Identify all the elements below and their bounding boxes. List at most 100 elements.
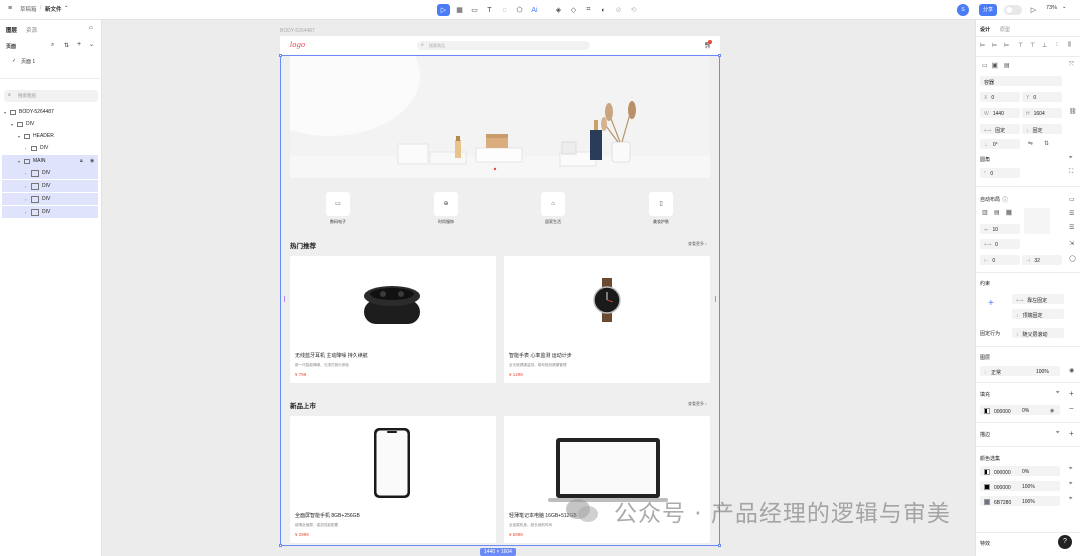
select-color-icon[interactable]: ⌖ xyxy=(1069,496,1072,503)
selection-color-row[interactable]: 000000 0% xyxy=(980,466,1060,476)
tab-prototype[interactable]: 原型 xyxy=(1000,26,1010,33)
help-button[interactable]: ? xyxy=(1058,535,1072,549)
padding-h-field[interactable]: ⟷ 0 xyxy=(980,239,1020,249)
alignment-grid[interactable] xyxy=(1024,208,1050,234)
layer-row[interactable]: › DIV xyxy=(2,193,98,205)
select-color-icon[interactable]: ⌖ xyxy=(1069,481,1072,488)
more-link-hot[interactable]: 查看更多 › xyxy=(688,241,706,247)
distribute-v-icon[interactable]: ⫼ xyxy=(1068,42,1071,49)
align-bottom-icon[interactable]: ⊥ xyxy=(1042,42,1047,49)
zoom-chevron-icon[interactable]: ⌄ xyxy=(1062,4,1067,10)
selection-color-row[interactable]: 000000 100% xyxy=(980,481,1060,491)
padding-mode-icon[interactable]: ⇲ xyxy=(1069,240,1074,247)
flip-h-icon[interactable]: ⇋ xyxy=(1028,140,1033,147)
category-item[interactable]: ⌂ 居家生活 xyxy=(528,192,578,225)
contrast-tool-icon[interactable]: ◐ xyxy=(597,4,610,16)
preview-toggle[interactable] xyxy=(1004,5,1022,15)
chevron-down-icon[interactable]: ⌄ xyxy=(64,3,69,9)
rectangle-tool-icon[interactable]: ▭ xyxy=(468,4,481,16)
color-swatch[interactable] xyxy=(984,483,990,490)
direction-wrap-icon[interactable]: ▦ xyxy=(1006,209,1012,216)
layer-row[interactable]: › DIV xyxy=(2,167,98,179)
eye-icon[interactable]: ◉ xyxy=(90,158,94,164)
site-header[interactable]: logo ⌕ 搜索商品 🛒︎ xyxy=(280,36,720,55)
pen-tool-icon[interactable]: ◈ xyxy=(552,4,565,16)
layer-search-input[interactable]: ⌕ 搜索图层 xyxy=(4,90,98,102)
layer-row[interactable]: › DIV xyxy=(2,142,98,154)
x-field[interactable]: X0 xyxy=(980,92,1020,102)
layer-row[interactable]: › DIV xyxy=(2,180,98,192)
color-swatch[interactable] xyxy=(984,468,990,475)
shape-tool-icon[interactable]: ◌ xyxy=(498,4,511,16)
layer-row[interactable]: › DIV xyxy=(2,206,98,218)
history-tool-icon[interactable]: ⟲ xyxy=(627,4,640,16)
selection-color-row[interactable]: 6B7280 100% xyxy=(980,496,1060,506)
category-item[interactable]: ▯ 美妆护肤 xyxy=(636,192,686,225)
constraint-h-select[interactable]: ⟷ 靠左固定 xyxy=(1012,294,1064,304)
align-right-icon[interactable]: ⊨ xyxy=(1004,42,1009,49)
fill-swatch[interactable] xyxy=(984,407,990,414)
artboard[interactable]: logo ⌕ 搜索商品 🛒︎ ▭ 数码电子 ⊕ 时尚服饰 ⌂ 居家生活 ▯ 美妆护肤 热门… xyxy=(280,36,720,546)
fit-icon[interactable]: ⤧ xyxy=(1069,62,1074,69)
flip-v-icon[interactable]: ⇅ xyxy=(1044,140,1049,147)
zoom-level[interactable]: 73% xyxy=(1046,5,1057,11)
align-top-icon[interactable]: ⊤ xyxy=(1018,42,1023,49)
eye-icon[interactable]: ◉ xyxy=(1069,367,1074,374)
fill-row[interactable]: 000000 0% ◉ xyxy=(980,405,1060,415)
align-icon[interactable]: ☰ xyxy=(1069,210,1074,217)
tab-assets[interactable]: 资源 xyxy=(26,26,37,34)
padding-right-field[interactable]: ⊣ 32 xyxy=(1022,255,1062,265)
frame-mode-icon[interactable]: ▭ xyxy=(982,62,988,69)
radius-expand-icon[interactable]: ⌖ xyxy=(1069,155,1072,162)
fixed-behavior-select[interactable]: ↕ 随父层滚动 xyxy=(1012,328,1064,338)
corner-icon[interactable]: ⛶ xyxy=(1069,169,1073,176)
height-field[interactable]: H 1604 xyxy=(1022,108,1062,118)
radius-field[interactable]: ⌜ 0 xyxy=(980,168,1020,178)
component-tool-icon[interactable]: ⬠ xyxy=(513,4,526,16)
eye-icon[interactable]: ◉ xyxy=(1050,408,1054,414)
collapse-icon[interactable]: ⌄ xyxy=(89,41,94,48)
layer-row[interactable]: ▾ BODY-5264487 xyxy=(2,106,98,118)
product-card[interactable]: 智能手表 心率监测 运动计步 全天候健康监测，助你规划健康管理 ¥ 1299 xyxy=(504,256,710,383)
share-button[interactable]: 分享 xyxy=(979,4,997,16)
fill-tool-icon[interactable]: ◇ xyxy=(567,4,580,16)
gap-mode-icon[interactable]: ☰ xyxy=(1069,224,1074,231)
select-color-icon[interactable]: ⌖ xyxy=(1069,466,1072,473)
align-middle-icon[interactable]: ⊤ xyxy=(1030,42,1035,49)
add-fill-icon[interactable]: + xyxy=(1069,389,1074,398)
frame-mode-icon[interactable]: ▣ xyxy=(992,62,998,69)
distribute-icon[interactable]: ⫶ xyxy=(1056,42,1058,49)
help-icon[interactable]: ⓘ xyxy=(1002,195,1008,204)
lock-icon[interactable]: 🔒︎ xyxy=(80,158,83,164)
direction-v-icon[interactable]: ▤ xyxy=(994,209,1000,216)
menu-icon[interactable]: ≡ xyxy=(8,5,12,12)
y-field[interactable]: Y0 xyxy=(1022,92,1062,102)
text-tool-icon[interactable]: T xyxy=(483,4,496,16)
ai-tool-icon[interactable]: Ai xyxy=(528,4,541,16)
avatar[interactable]: S xyxy=(957,4,969,16)
frame-mode-icon[interactable]: ▤ xyxy=(1004,62,1010,69)
sort-icon[interactable]: ⇅ xyxy=(64,42,69,49)
align-center-icon[interactable]: ⊨ xyxy=(992,42,997,49)
width-mode-select[interactable]: ⟷ 固定 xyxy=(980,124,1020,134)
constraints-widget[interactable]: + xyxy=(980,292,1006,318)
search-icon[interactable]: ⌕ xyxy=(51,42,54,49)
lock-ratio-icon[interactable]: ⛓︎ xyxy=(1069,108,1077,115)
autolayout-remove-icon[interactable]: ▭ xyxy=(1069,196,1075,203)
color-swatch[interactable] xyxy=(984,498,990,505)
site-logo[interactable]: logo xyxy=(290,41,305,49)
page-item-1[interactable]: 页面 1 xyxy=(21,58,35,65)
product-card[interactable]: 全面屏智能手机 8GB+256GB 超清全面屏，强劲性能配置 ¥ 2999 xyxy=(290,416,496,543)
drafts-link[interactable]: 草稿箱 xyxy=(20,5,37,13)
layer-row-selected[interactable]: ▾ MAIN 🔒︎ ◉ xyxy=(2,155,98,167)
tab-design[interactable]: 设计 xyxy=(980,26,990,33)
file-name[interactable]: 新文件 xyxy=(45,5,62,13)
component-icon[interactable]: ⌂ xyxy=(89,25,93,31)
layer-row[interactable]: ▾ HEADER xyxy=(2,130,98,142)
crop-tool-icon[interactable]: ⌗ xyxy=(582,4,595,16)
category-item[interactable]: ▭ 数码电子 xyxy=(313,192,363,225)
artboard-label[interactable]: BODY-5264487 xyxy=(280,28,315,34)
site-search-input[interactable]: ⌕ 搜索商品 xyxy=(417,41,590,50)
layer-row[interactable]: ▾ DIV xyxy=(2,118,98,130)
frame-type-select[interactable]: 容器 xyxy=(980,76,1062,86)
